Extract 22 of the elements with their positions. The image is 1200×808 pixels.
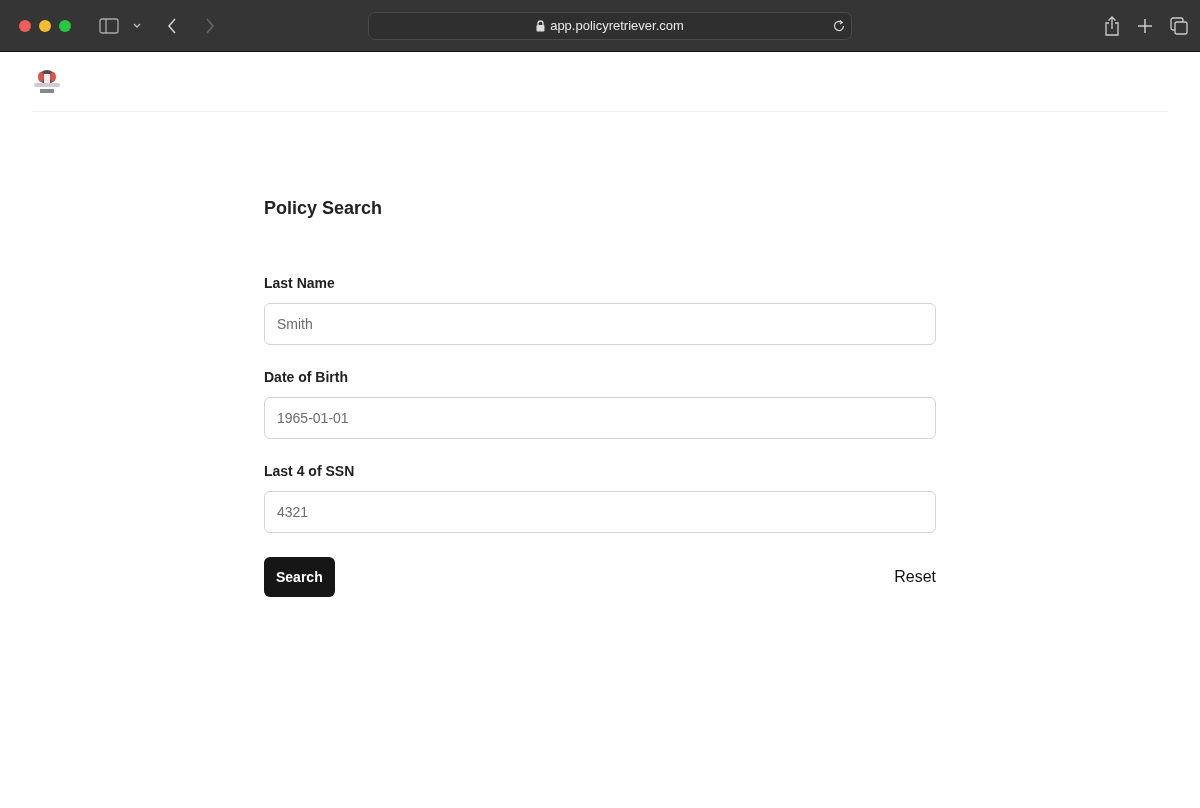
new-tab-icon[interactable] [1138, 18, 1152, 33]
input-field[interactable]: Smith [264, 303, 936, 345]
field-label: Last 4 of SSN [264, 463, 356, 479]
reload-icon[interactable] [832, 18, 846, 33]
chevron-down-icon[interactable] [133, 22, 141, 29]
field-label: Last Name [264, 275, 336, 291]
form-title: Policy Search [264, 198, 384, 219]
field-label: Date of Birth [264, 369, 349, 385]
lock-icon [536, 19, 546, 32]
minimize-window-button[interactable] [39, 19, 51, 32]
input-field[interactable]: 4321 [264, 491, 936, 533]
back-icon[interactable] [167, 17, 177, 34]
dog-logo-drawing[interactable] [32, 67, 62, 96]
sidebar-icon[interactable] [99, 17, 119, 34]
share-icon[interactable] [1104, 15, 1120, 36]
reset-button[interactable]: Reset [894, 568, 936, 586]
close-window-button[interactable] [19, 19, 31, 32]
address-bar[interactable]: app.policyretriever.com [368, 11, 852, 40]
zoom-window-button[interactable] [59, 19, 71, 32]
search-button[interactable]: Search [264, 557, 335, 597]
tabs-overview-icon[interactable] [1170, 16, 1188, 35]
input-field[interactable]: 1965-01-01 [264, 397, 936, 439]
